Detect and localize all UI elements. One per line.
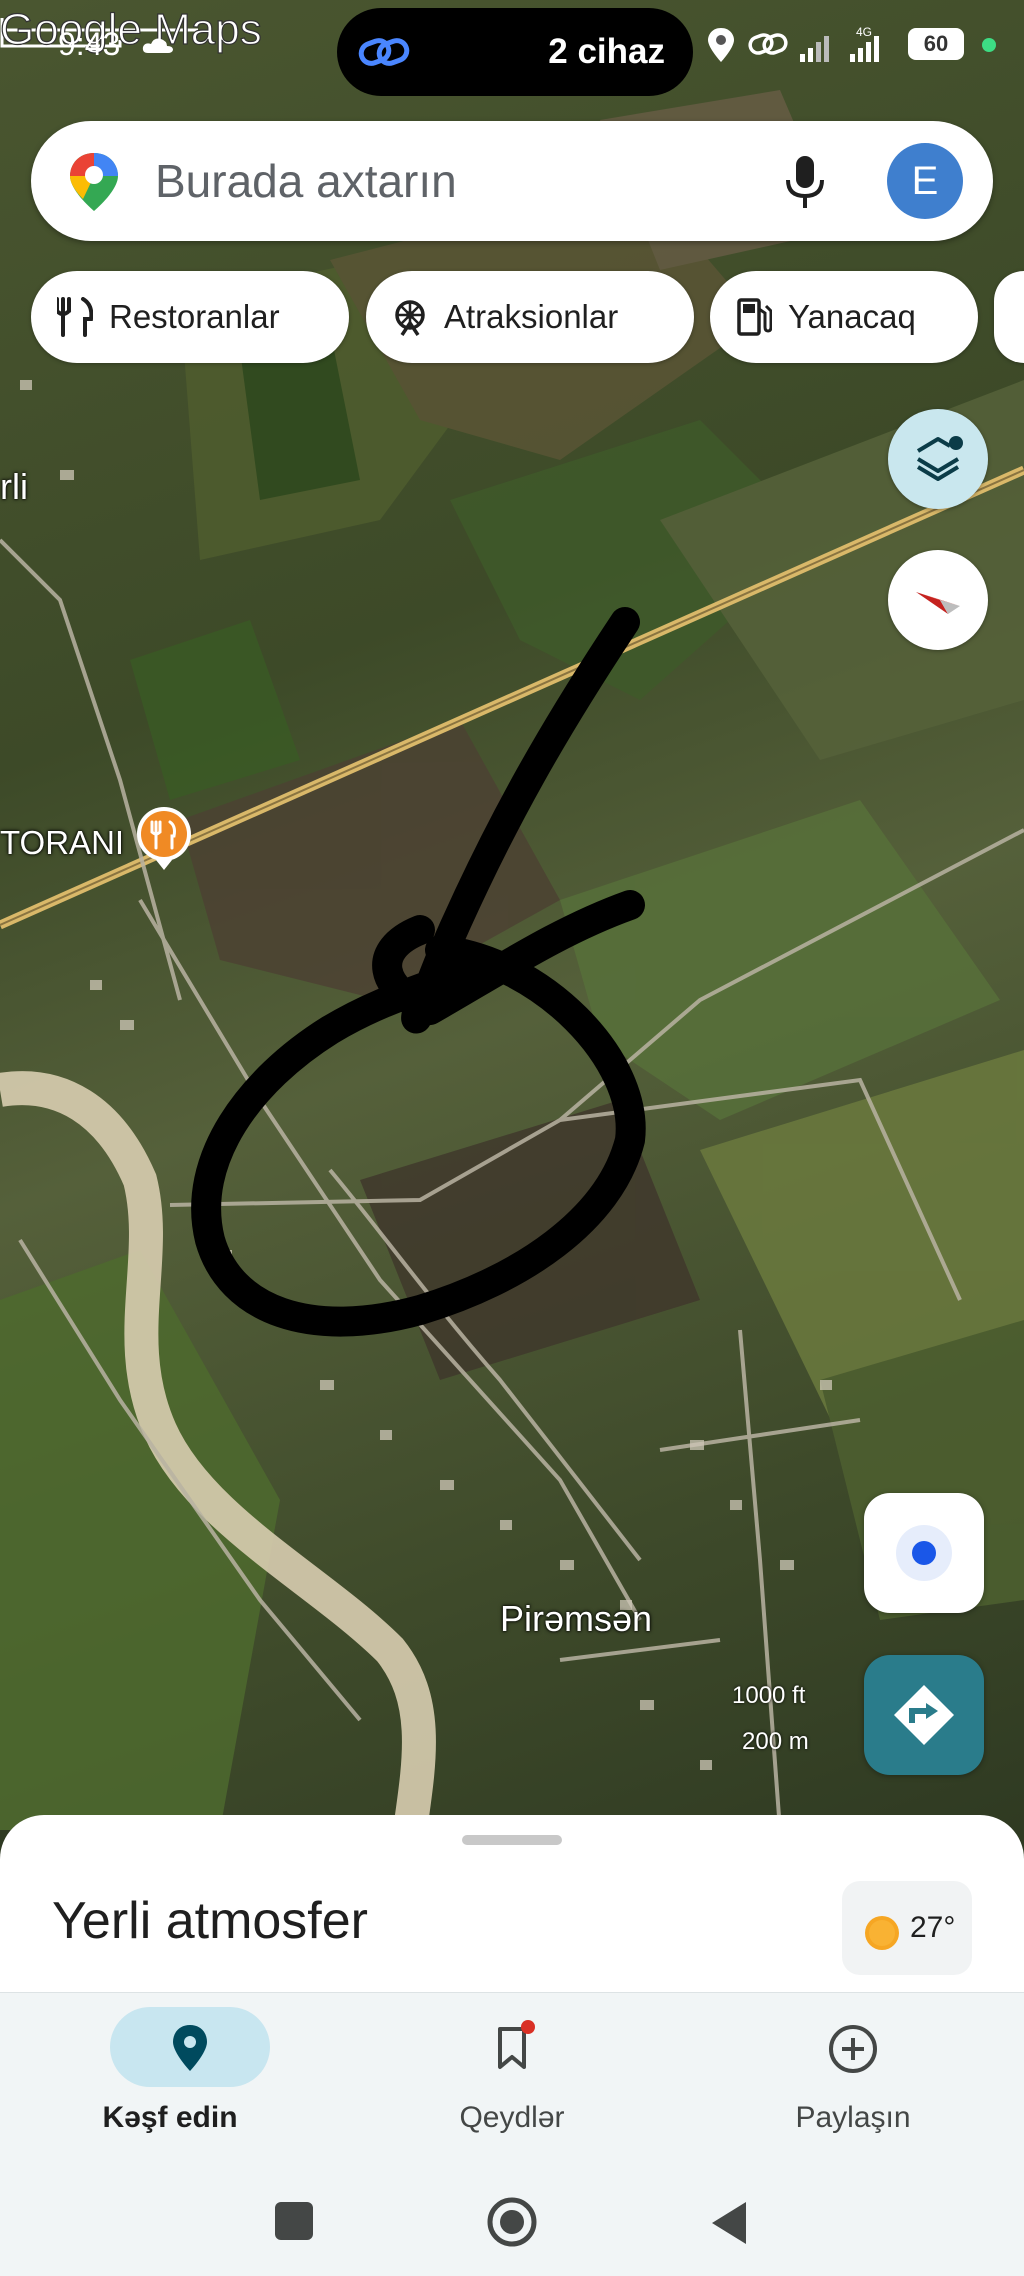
add-circle-icon bbox=[829, 2025, 877, 2073]
restaurant-icon bbox=[57, 297, 93, 337]
chip-label: Restoranlar bbox=[109, 298, 280, 335]
explore-pin-icon bbox=[173, 2025, 207, 2071]
weather-chip[interactable]: 27° bbox=[842, 1881, 972, 1975]
search-bar[interactable]: E bbox=[31, 121, 993, 241]
back-icon[interactable] bbox=[710, 2200, 750, 2246]
sheet-handle[interactable] bbox=[462, 1835, 562, 1845]
weather-temperature: 27° bbox=[910, 1911, 956, 1944]
place-label-restaurant[interactable]: TORANI bbox=[0, 824, 124, 862]
bottom-sheet[interactable]: Yerli atmosfer 27° bbox=[0, 1815, 1024, 2000]
location-icon bbox=[708, 28, 734, 62]
nav-contribute[interactable]: Paylaşın bbox=[703, 1993, 1003, 2173]
system-navigation-bar bbox=[0, 2172, 1024, 2276]
nav-label: Qeydlər bbox=[459, 2101, 565, 2134]
chip-label: Atraksionlar bbox=[444, 298, 619, 335]
layers-button[interactable] bbox=[888, 409, 988, 509]
place-label-edge: rli bbox=[0, 466, 28, 507]
link-icon bbox=[358, 38, 410, 66]
directions-button[interactable] bbox=[864, 1655, 984, 1775]
search-input[interactable] bbox=[155, 121, 755, 241]
google-maps-pin-icon bbox=[70, 153, 118, 211]
compass-button[interactable] bbox=[888, 550, 988, 650]
status-icons: 4G 60 bbox=[706, 24, 1006, 68]
privacy-dot-icon bbox=[982, 38, 996, 52]
nav-explore[interactable]: Kəşf edin bbox=[20, 1993, 320, 2173]
cloud-icon bbox=[142, 38, 173, 53]
attraction-icon bbox=[395, 300, 425, 336]
avatar[interactable]: E bbox=[887, 143, 963, 219]
compass-icon bbox=[916, 592, 960, 614]
fuel-icon bbox=[737, 298, 772, 336]
chip-fuel[interactable]: Yanacaq bbox=[710, 271, 978, 363]
pill-text: 2 cihaz bbox=[548, 32, 665, 71]
chip-label: Yanacaq bbox=[788, 298, 916, 335]
layers-icon bbox=[916, 436, 963, 481]
category-chips: Restoranlar Atraksionlar Yanacaq bbox=[0, 271, 1024, 363]
chip-attractions[interactable]: Atraksionlar bbox=[366, 271, 694, 363]
link-status-icon bbox=[748, 33, 788, 55]
nav-label: Kəşf edin bbox=[102, 2101, 238, 2134]
chip-restaurants[interactable]: Restoranlar bbox=[31, 271, 349, 363]
bottom-navigation: Kəşf edin Qeydlər Paylaşın bbox=[0, 1992, 1024, 2172]
my-location-icon bbox=[896, 1525, 952, 1581]
chip-more[interactable] bbox=[994, 271, 1024, 363]
home-icon[interactable] bbox=[486, 2196, 538, 2248]
signal-4g-icon: 4G bbox=[850, 25, 879, 62]
svg-text:4G: 4G bbox=[856, 25, 872, 39]
bookmark-icon bbox=[498, 2020, 535, 2069]
place-label-village[interactable]: Pirəmsən bbox=[500, 1598, 652, 1640]
sheet-title: Yerli atmosfer bbox=[52, 1892, 368, 1950]
restaurant-marker-icon[interactable] bbox=[134, 806, 194, 872]
connected-devices-pill[interactable]: 2 cihaz bbox=[337, 8, 693, 96]
status-bar: 9:43 2 cihaz 4G 60 bbox=[0, 0, 1024, 96]
directions-icon bbox=[894, 1685, 954, 1745]
nav-label: Paylaşın bbox=[795, 2101, 911, 2134]
battery-level: 60 bbox=[923, 31, 949, 56]
scale-meters: 200 m bbox=[742, 1728, 809, 1755]
signal-icon bbox=[800, 36, 829, 62]
status-time: 9:43 bbox=[58, 26, 121, 62]
microphone-icon[interactable] bbox=[783, 154, 827, 210]
sun-icon bbox=[865, 1916, 899, 1950]
my-location-button[interactable] bbox=[864, 1493, 984, 1613]
scale-feet: 1000 ft bbox=[732, 1682, 806, 1709]
nav-saved[interactable]: Qeydlər bbox=[362, 1993, 662, 2173]
battery-icon: 60 bbox=[908, 28, 964, 60]
recents-icon[interactable] bbox=[275, 2202, 313, 2240]
